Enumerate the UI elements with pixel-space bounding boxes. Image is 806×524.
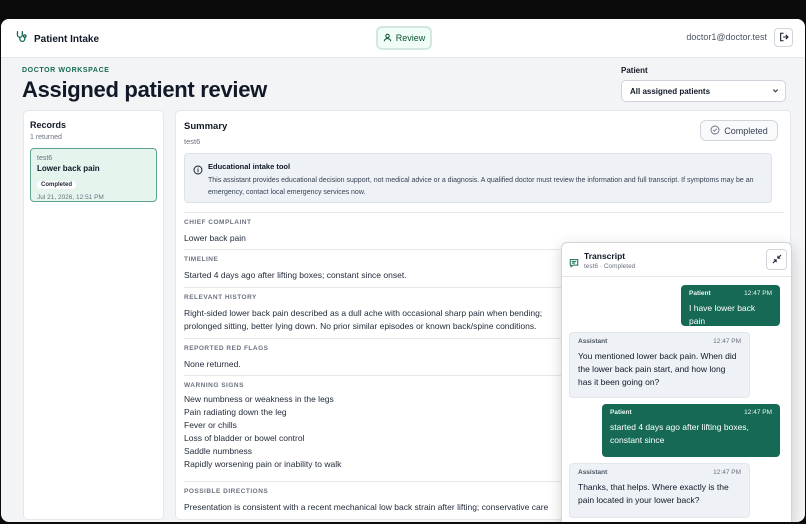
message-role: Assistant	[578, 469, 608, 476]
chief-complaint-label: CHIEF COMPLAINT	[184, 219, 252, 226]
history-value: Right-sided lower back pain described as…	[184, 308, 543, 331]
summary-title: Summary	[184, 121, 228, 132]
chevron-down-icon	[771, 86, 780, 97]
nav-review-label: Review	[395, 33, 426, 43]
record-patient: test6	[37, 155, 53, 162]
records-panel: Records 1 returned test6 Lower back pain…	[23, 110, 164, 520]
transcript-subtitle: test6 · Completed	[584, 263, 636, 270]
brand[interactable]: Patient Intake	[15, 30, 99, 48]
transcript-panel: Transcript test6 · Completed Patient 12:4…	[561, 242, 792, 522]
message-role: Patient	[610, 409, 632, 416]
record-status-badge: Completed	[37, 181, 77, 189]
workspace-eyebrow: DOCTOR WORKSPACE	[22, 67, 110, 74]
transcript-message-patient: Patient 12:47 PM started 4 days ago after…	[602, 404, 780, 457]
records-count: 1 returned	[30, 134, 62, 141]
check-circle-icon	[710, 125, 720, 137]
message-text: I have lower back pain	[689, 303, 756, 326]
record-title: Lower back pain	[37, 164, 100, 173]
message-time: 12:47 PM	[744, 409, 772, 416]
transcript-message-assistant: Assistant 12:47 PM You mentioned lower ba…	[569, 332, 750, 398]
records-title: Records	[30, 120, 67, 130]
notice-title: Educational intake tool	[208, 162, 291, 171]
user-icon	[383, 33, 392, 44]
transcript-header: Transcript test6 · Completed	[562, 243, 791, 277]
status-badge: Completed	[700, 120, 778, 141]
summary-patient: test6	[184, 137, 201, 146]
user-email: doctor1@doctor.test	[686, 32, 767, 42]
transcript-title: Transcript	[584, 251, 626, 261]
logout-icon	[779, 29, 789, 47]
info-icon	[193, 162, 203, 180]
transcript-collapse-button[interactable]	[766, 249, 787, 270]
status-badge-label: Completed	[724, 125, 768, 136]
transcript-message-patient: Patient 12:47 PM I have lower back pain	[681, 285, 780, 326]
patient-select-label: Patient	[621, 66, 648, 75]
message-time: 12:47 PM	[744, 290, 772, 297]
patient-select[interactable]: All assigned patients	[621, 80, 786, 102]
logout-button[interactable]	[774, 28, 793, 47]
nav-review-button[interactable]: Review	[376, 26, 432, 50]
message-text: started 4 days ago after lifting boxes, …	[610, 422, 749, 445]
notice-body: This assistant provides educational deci…	[208, 177, 754, 196]
patient-select-value: All assigned patients	[630, 86, 711, 96]
record-date: Jul 21, 2026, 12:51 PM	[37, 194, 104, 201]
message-role: Assistant	[578, 338, 608, 345]
top-bar: Patient Intake Review doctor1@doctor.tes…	[1, 19, 805, 58]
page-title: Assigned patient review	[22, 77, 267, 102]
message-text: Thanks, that helps. Where exactly is the…	[578, 482, 729, 505]
chief-complaint-section: CHIEF COMPLAINT Lower back pain	[184, 212, 784, 245]
educational-notice: Educational intake tool This assistant p…	[184, 153, 772, 203]
app-name: Patient Intake	[34, 33, 100, 45]
transcript-message-assistant: Assistant 12:47 PM Thanks, that helps. Wh…	[569, 463, 750, 518]
message-text: You mentioned lower back pain. When did …	[578, 351, 737, 387]
chat-icon	[569, 255, 579, 273]
collapse-icon	[772, 251, 782, 269]
message-role: Patient	[689, 290, 711, 297]
message-time: 12:47 PM	[713, 469, 741, 476]
app-window: Patient Intake Review doctor1@doctor.tes…	[1, 19, 805, 522]
stethoscope-icon	[15, 30, 28, 48]
record-card[interactable]: test6 Lower back pain Completed Jul 21, …	[30, 148, 157, 202]
message-time: 12:47 PM	[713, 338, 741, 345]
